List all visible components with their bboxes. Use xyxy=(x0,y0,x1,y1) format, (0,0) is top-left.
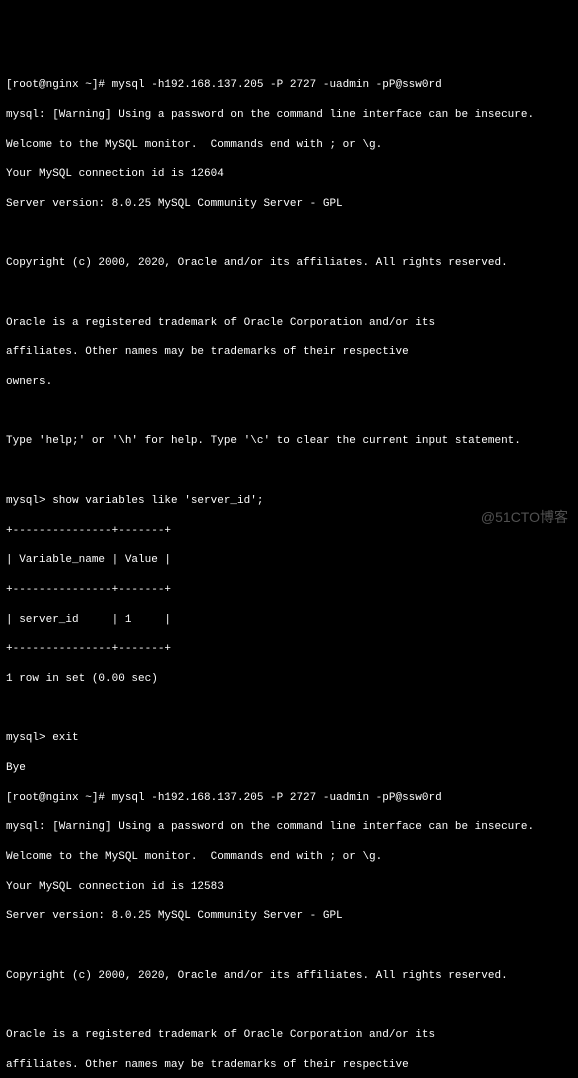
mysql-trademark: owners. xyxy=(6,375,572,390)
blank-line xyxy=(6,939,572,954)
mysql-trademark: affiliates. Other names may be trademark… xyxy=(6,1058,572,1073)
blank-line xyxy=(6,702,572,717)
terminal-output[interactable]: [root@nginx ~]# mysql -h192.168.137.205 … xyxy=(6,63,572,1078)
mysql-trademark: Oracle is a registered trademark of Orac… xyxy=(6,1028,572,1043)
blank-line xyxy=(6,999,572,1014)
table-sep: +---------------+-------+ xyxy=(6,583,572,598)
mysql-query: mysql> show variables like 'server_id'; xyxy=(6,494,572,509)
table-header: | Variable_name | Value | xyxy=(6,553,572,568)
blank-line xyxy=(6,286,572,301)
blank-line xyxy=(6,227,572,242)
mysql-copyright: Copyright (c) 2000, 2020, Oracle and/or … xyxy=(6,969,572,984)
mysql-connid: Your MySQL connection id is 12583 xyxy=(6,880,572,895)
mysql-result: 1 row in set (0.00 sec) xyxy=(6,672,572,687)
mysql-copyright: Copyright (c) 2000, 2020, Oracle and/or … xyxy=(6,256,572,271)
shell-prompt: [root@nginx ~]# mysql -h192.168.137.205 … xyxy=(6,78,572,93)
mysql-warning: mysql: [Warning] Using a password on the… xyxy=(6,108,572,123)
mysql-bye: Bye xyxy=(6,761,572,776)
mysql-welcome: Welcome to the MySQL monitor. Commands e… xyxy=(6,850,572,865)
mysql-help: Type 'help;' or '\h' for help. Type '\c'… xyxy=(6,434,572,449)
watermark-text: @51CTO博客 xyxy=(481,508,568,527)
mysql-trademark: affiliates. Other names may be trademark… xyxy=(6,345,572,360)
mysql-trademark: Oracle is a registered trademark of Orac… xyxy=(6,316,572,331)
mysql-version: Server version: 8.0.25 MySQL Community S… xyxy=(6,909,572,924)
shell-prompt: [root@nginx ~]# mysql -h192.168.137.205 … xyxy=(6,791,572,806)
mysql-version: Server version: 8.0.25 MySQL Community S… xyxy=(6,197,572,212)
mysql-exit: mysql> exit xyxy=(6,731,572,746)
mysql-welcome: Welcome to the MySQL monitor. Commands e… xyxy=(6,138,572,153)
blank-line xyxy=(6,405,572,420)
blank-line xyxy=(6,464,572,479)
table-sep: +---------------+-------+ xyxy=(6,642,572,657)
table-row: | server_id | 1 | xyxy=(6,613,572,628)
mysql-warning: mysql: [Warning] Using a password on the… xyxy=(6,820,572,835)
mysql-connid: Your MySQL connection id is 12604 xyxy=(6,167,572,182)
